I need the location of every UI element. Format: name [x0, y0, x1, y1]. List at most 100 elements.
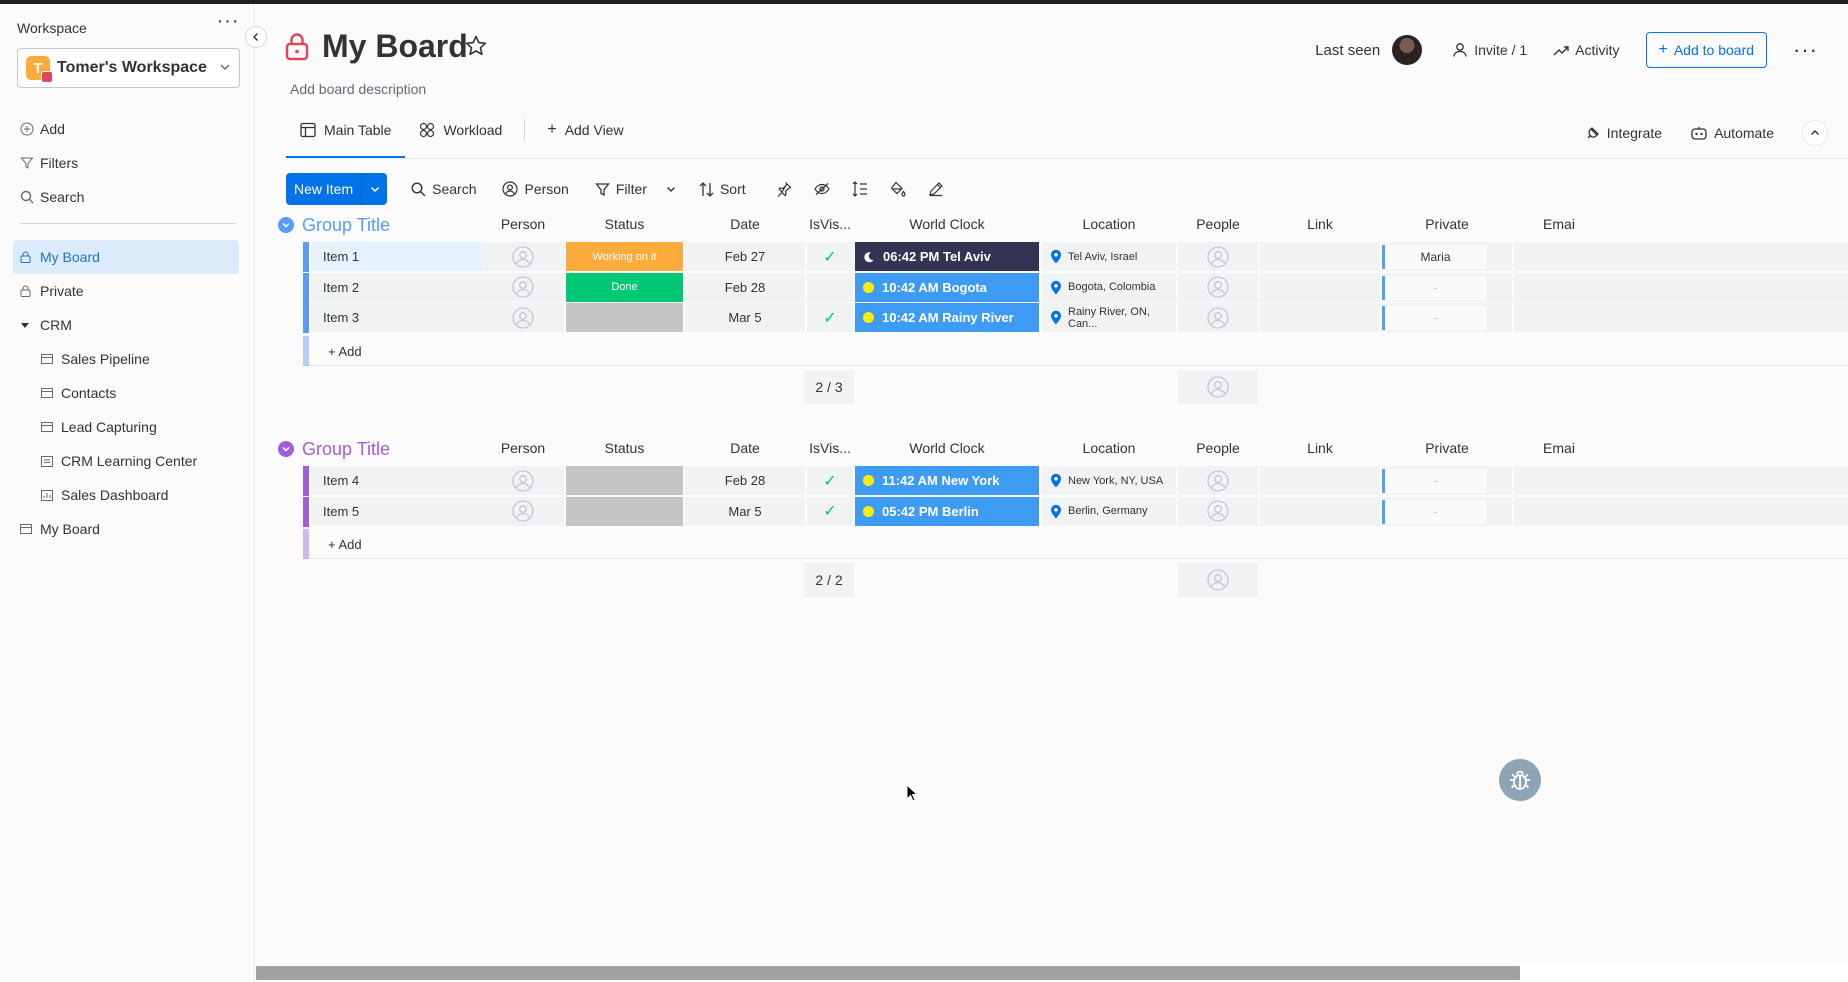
add-item-row[interactable]: + Add	[303, 529, 1848, 559]
link-cell[interactable]	[1260, 466, 1380, 496]
location-cell[interactable]: Bogota, Colombia	[1042, 272, 1176, 303]
email-cell[interactable]	[1514, 272, 1848, 303]
sidebar-item-sales-pipeline[interactable]: Sales Pipeline	[13, 342, 239, 376]
date-cell[interactable]: Feb 27	[685, 242, 805, 272]
workspace-selector[interactable]: T Tomer's Workspace	[17, 48, 240, 88]
page-title[interactable]: My Board	[322, 28, 468, 65]
pencil-icon[interactable]	[924, 177, 948, 201]
sidebar-add-button[interactable]: Add	[20, 112, 84, 146]
filter-button[interactable]: Filter	[595, 181, 647, 197]
sidebar-item-crm-folder[interactable]: CRM	[13, 308, 239, 342]
activity-button[interactable]: Activity	[1553, 42, 1620, 58]
add-item-button[interactable]: + Add	[328, 537, 362, 552]
visible-checkbox-cell[interactable]: ✓	[807, 496, 853, 527]
world-clock-cell[interactable]: 05:42 PM Berlin	[855, 496, 1039, 527]
invite-button[interactable]: Invite / 1	[1452, 42, 1527, 58]
private-cell[interactable]: -	[1382, 303, 1512, 333]
avatar[interactable]	[1392, 35, 1423, 65]
location-cell[interactable]: Berlin, Germany	[1042, 496, 1176, 527]
column-header-location[interactable]: Location	[1042, 440, 1176, 456]
table-row[interactable]: Item 2 Done Feb 28 10:42 AM Bogota Bogota, C…	[303, 272, 1848, 303]
email-cell[interactable]	[1514, 242, 1848, 272]
people-cell[interactable]	[1178, 242, 1258, 272]
status-cell[interactable]	[566, 496, 683, 527]
column-header-private[interactable]: Private	[1382, 440, 1512, 456]
column-header-status[interactable]: Status	[566, 440, 683, 456]
column-header-people[interactable]: People	[1178, 216, 1258, 232]
status-cell[interactable]: Working on it	[566, 242, 683, 272]
column-header-location[interactable]: Location	[1042, 216, 1176, 232]
visible-checkbox-cell[interactable]	[807, 272, 853, 303]
collapse-sidebar-button[interactable]	[245, 26, 267, 48]
column-header-link[interactable]: Link	[1260, 216, 1380, 232]
date-cell[interactable]: Feb 28	[685, 466, 805, 496]
sidebar-search-button[interactable]: Search	[20, 180, 84, 214]
people-cell[interactable]	[1178, 272, 1258, 303]
sidebar-item-my-board-2[interactable]: My Board	[13, 512, 239, 546]
world-clock-cell[interactable]: 10:42 AM Rainy River	[855, 303, 1039, 333]
visible-checkbox-cell[interactable]: ✓	[807, 242, 853, 272]
date-cell[interactable]: Mar 5	[685, 496, 805, 527]
column-header-clock[interactable]: World Clock	[855, 440, 1039, 456]
status-cell[interactable]	[566, 466, 683, 496]
visible-checkbox-cell[interactable]: ✓	[807, 466, 853, 496]
scrollbar-thumb[interactable]	[256, 966, 1520, 980]
person-cell[interactable]	[482, 466, 564, 496]
location-cell[interactable]: New York, NY, USA	[1042, 466, 1176, 496]
link-cell[interactable]	[1260, 303, 1380, 333]
sidebar-filters-button[interactable]: Filters	[20, 146, 84, 180]
column-header-private[interactable]: Private	[1382, 216, 1512, 232]
person-filter-button[interactable]: Person	[502, 181, 569, 197]
search-button[interactable]: Search	[411, 181, 476, 197]
email-cell[interactable]	[1514, 303, 1848, 333]
email-cell[interactable]	[1514, 466, 1848, 496]
table-row[interactable]: Item 1 Working on it Feb 27 ✓ 06:42 PM Tel A…	[303, 242, 1848, 272]
hide-icon[interactable]	[810, 177, 834, 201]
add-to-board-button[interactable]: + Add to board	[1645, 32, 1768, 68]
table-row[interactable]: Item 3 Mar 5 ✓ 10:42 AM Rainy River Rainy Ri…	[303, 303, 1848, 333]
person-cell[interactable]	[482, 242, 564, 272]
location-cell[interactable]: Tel Aviv, Israel	[1042, 242, 1176, 272]
people-cell[interactable]	[1178, 466, 1258, 496]
column-header-people[interactable]: People	[1178, 440, 1258, 456]
link-cell[interactable]	[1260, 272, 1380, 303]
status-cell[interactable]: Done	[566, 272, 683, 303]
people-cell[interactable]	[1178, 496, 1258, 527]
link-cell[interactable]	[1260, 496, 1380, 527]
sort-button[interactable]: Sort	[699, 181, 746, 197]
chevron-down-icon[interactable]	[278, 441, 294, 457]
world-clock-cell[interactable]: 06:42 PM Tel Aviv	[855, 242, 1039, 272]
column-header-person[interactable]: Person	[482, 216, 564, 232]
email-cell[interactable]	[1514, 496, 1848, 527]
star-icon[interactable]	[464, 34, 490, 60]
sidebar-item-private[interactable]: Private	[13, 274, 239, 308]
column-header-clock[interactable]: World Clock	[855, 216, 1039, 232]
column-header-date[interactable]: Date	[685, 216, 805, 232]
sidebar-item-lead-capturing[interactable]: Lead Capturing	[13, 410, 239, 444]
world-clock-cell[interactable]: 10:42 AM Bogota	[855, 272, 1039, 303]
person-cell[interactable]	[482, 303, 564, 333]
world-clock-cell[interactable]: 11:42 AM New York	[855, 466, 1039, 496]
automate-button[interactable]: Automate	[1690, 125, 1774, 141]
sidebar-item-contacts[interactable]: Contacts	[13, 376, 239, 410]
horizontal-scrollbar[interactable]	[256, 964, 1848, 982]
sidebar-item-crm-learning-center[interactable]: CRM Learning Center	[13, 444, 239, 478]
tab-workload[interactable]: Workload	[405, 112, 516, 148]
date-cell[interactable]: Mar 5	[685, 303, 805, 333]
person-cell[interactable]	[482, 272, 564, 303]
private-cell[interactable]: -	[1382, 272, 1512, 303]
chevron-down-icon[interactable]	[278, 217, 294, 233]
add-item-row[interactable]: + Add	[303, 335, 1848, 366]
new-item-dropdown[interactable]	[361, 173, 387, 205]
people-cell[interactable]	[1178, 303, 1258, 333]
person-cell[interactable]	[482, 496, 564, 527]
group-title[interactable]: Group Title	[302, 439, 390, 460]
color-fill-icon[interactable]	[886, 177, 910, 201]
column-header-email[interactable]: Emai	[1514, 216, 1604, 232]
workspace-more-icon[interactable]: ···	[214, 11, 242, 34]
link-cell[interactable]	[1260, 242, 1380, 272]
board-description[interactable]: Add board description	[290, 81, 426, 97]
private-cell[interactable]: Maria	[1382, 242, 1512, 272]
new-item-button[interactable]: New Item	[286, 173, 361, 205]
column-header-status[interactable]: Status	[566, 216, 683, 232]
